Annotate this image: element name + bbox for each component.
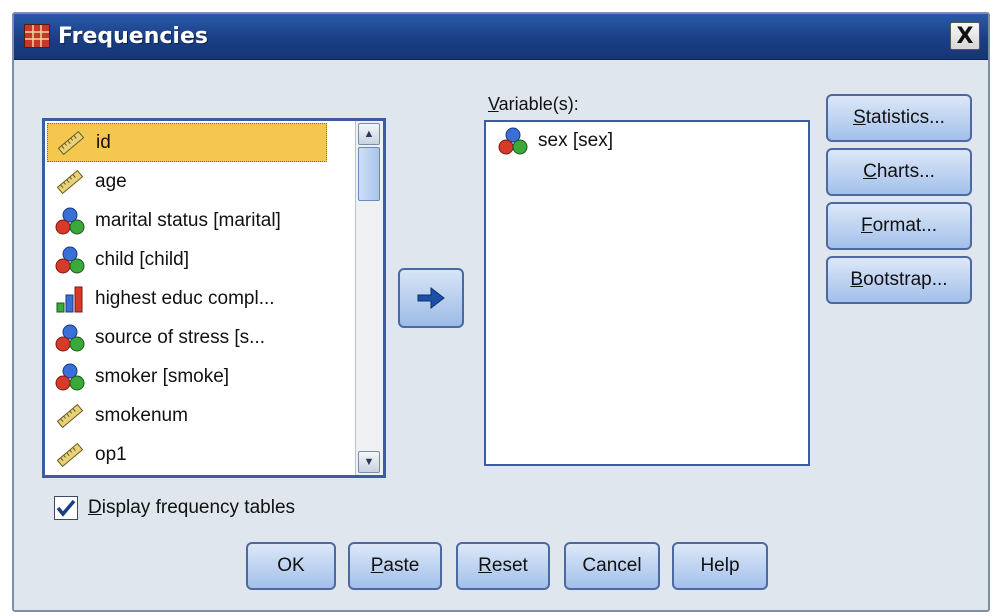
- arrow-up-icon: ▲: [363, 128, 375, 140]
- source-variable-list[interactable]: id age marital status [marital] child [chil…: [42, 118, 386, 478]
- source-variable-label: source of stress [s...: [95, 326, 265, 348]
- display-frequency-tables-checkbox[interactable]: [54, 496, 78, 520]
- source-variable-item[interactable]: smokenum: [47, 396, 327, 435]
- checkbox-label: Display frequency tables: [88, 497, 296, 518]
- source-variable-items: id age marital status [marital] child [chil…: [45, 121, 329, 475]
- scale-ruler-icon: [53, 401, 87, 431]
- title-bar[interactable]: Frequencies X: [14, 14, 988, 60]
- arrow-down-icon: ▼: [363, 456, 375, 468]
- source-variable-label: smokenum: [95, 404, 188, 426]
- checkmark-icon: [56, 499, 76, 517]
- cancel-button[interactable]: Cancel: [564, 542, 660, 590]
- scale-ruler-icon: [53, 167, 87, 197]
- scroll-thumb[interactable]: [358, 147, 380, 201]
- app-grid-icon: [24, 24, 50, 48]
- scroll-up-button[interactable]: ▲: [358, 123, 380, 145]
- target-variable-label: sex [sex]: [538, 130, 613, 151]
- source-variable-item[interactable]: op1: [47, 435, 327, 474]
- source-variable-item[interactable]: age: [47, 162, 327, 201]
- charts-button[interactable]: Charts...: [826, 148, 972, 196]
- ordinal-bars-icon: [53, 284, 87, 314]
- source-variable-label: age: [95, 170, 127, 192]
- source-list-scrollbar[interactable]: ▲ ▼: [355, 121, 383, 475]
- nominal-balls-icon: [496, 126, 530, 156]
- source-variable-label: highest educ compl...: [95, 287, 275, 309]
- source-variable-item[interactable]: smoker [smoke]: [47, 357, 327, 396]
- move-variable-button[interactable]: [398, 268, 464, 328]
- source-variable-item[interactable]: marital status [marital]: [47, 201, 327, 240]
- variables-label: Variable(s):: [488, 94, 579, 114]
- source-variable-item[interactable]: source of stress [s...: [47, 318, 327, 357]
- source-variable-item[interactable]: highest educ compl...: [47, 279, 327, 318]
- source-variable-label: id: [96, 131, 111, 153]
- scroll-down-button[interactable]: ▼: [358, 451, 380, 473]
- ok-button[interactable]: OK: [246, 542, 336, 590]
- source-variable-item[interactable]: id: [47, 123, 327, 162]
- bootstrap-button[interactable]: Bootstrap...: [826, 256, 972, 304]
- source-variable-label: child [child]: [95, 248, 189, 270]
- statistics-button[interactable]: Statistics...: [826, 94, 972, 142]
- close-icon: X: [956, 23, 974, 49]
- reset-button[interactable]: Reset: [456, 542, 550, 590]
- scale-ruler-icon: [53, 440, 87, 470]
- help-button[interactable]: Help: [672, 542, 768, 590]
- format-button[interactable]: Format...: [826, 202, 972, 250]
- display-frequency-tables-option[interactable]: Display frequency tables: [54, 496, 295, 520]
- source-variable-label: smoker [smoke]: [95, 365, 230, 387]
- nominal-balls-icon: [53, 245, 87, 275]
- nominal-balls-icon: [53, 362, 87, 392]
- source-variable-item[interactable]: child [child]: [47, 240, 327, 279]
- close-button[interactable]: X: [950, 22, 980, 50]
- scale-ruler-icon: [54, 128, 88, 158]
- source-variable-label: marital status [marital]: [95, 209, 281, 231]
- paste-button[interactable]: Paste: [348, 542, 442, 590]
- source-variable-label: op1: [95, 443, 127, 465]
- target-variable-list[interactable]: sex [sex]: [484, 120, 810, 466]
- frequencies-dialog: Frequencies X id age marital status [marit…: [12, 12, 990, 612]
- nominal-balls-icon: [53, 206, 87, 236]
- arrow-right-icon: [417, 286, 445, 310]
- target-variable-item[interactable]: sex [sex]: [486, 122, 808, 160]
- nominal-balls-icon: [53, 323, 87, 353]
- window-title: Frequencies: [58, 24, 208, 49]
